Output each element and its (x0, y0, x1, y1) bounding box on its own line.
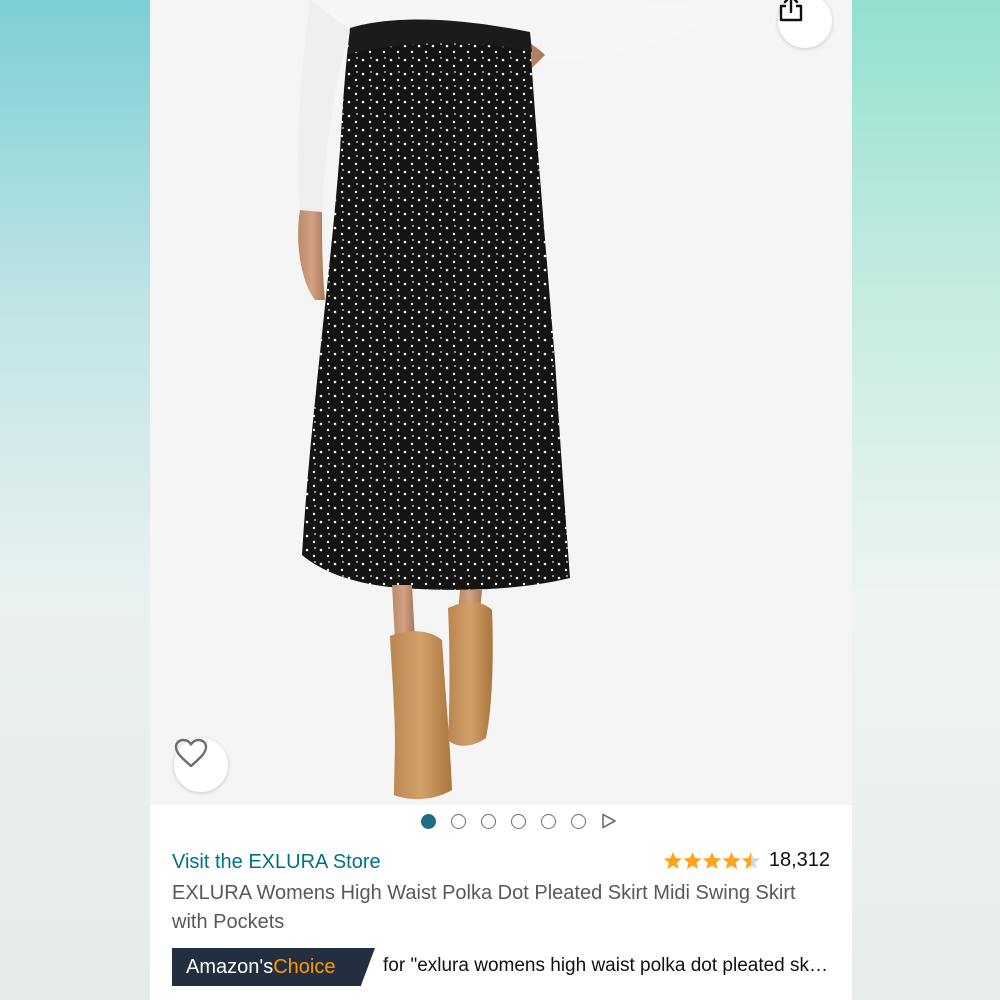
skirt-photo (298, 0, 710, 800)
wishlist-button[interactable] (174, 738, 228, 792)
play-icon[interactable] (601, 813, 617, 829)
choice-query-text: for "exlura womens high waist polka dot … (383, 955, 829, 976)
carousel-dot[interactable] (541, 813, 556, 829)
carousel-indicator (150, 808, 852, 834)
rating-summary[interactable]: 18,312 (663, 849, 830, 872)
carousel-dot[interactable] (421, 813, 436, 829)
product-image[interactable] (150, 0, 852, 805)
product-card: Visit the EXLURA Store 18,312 EXLURA Wom (150, 0, 852, 1000)
heart-icon (174, 738, 208, 768)
rating-count[interactable]: 18,312 (769, 849, 830, 872)
carousel-dot[interactable] (481, 813, 496, 829)
stars-icon (663, 851, 760, 869)
carousel-dot[interactable] (511, 813, 526, 829)
background-right-panel (852, 0, 1000, 1000)
badge-prefix: Amazon's (186, 955, 274, 978)
product-title: EXLURA Womens High Waist Polka Dot Pleat… (172, 882, 796, 933)
badge-highlight: Choice (273, 955, 336, 978)
amazons-choice-badge: Amazon's Choice (172, 948, 375, 986)
star-rating (663, 851, 761, 871)
visit-store-link[interactable]: Visit the EXLURA Store (172, 851, 381, 874)
carousel-dot[interactable] (451, 813, 466, 829)
share-icon (779, 0, 803, 22)
background-left-panel (0, 0, 150, 1000)
carousel-dot[interactable] (571, 813, 586, 829)
